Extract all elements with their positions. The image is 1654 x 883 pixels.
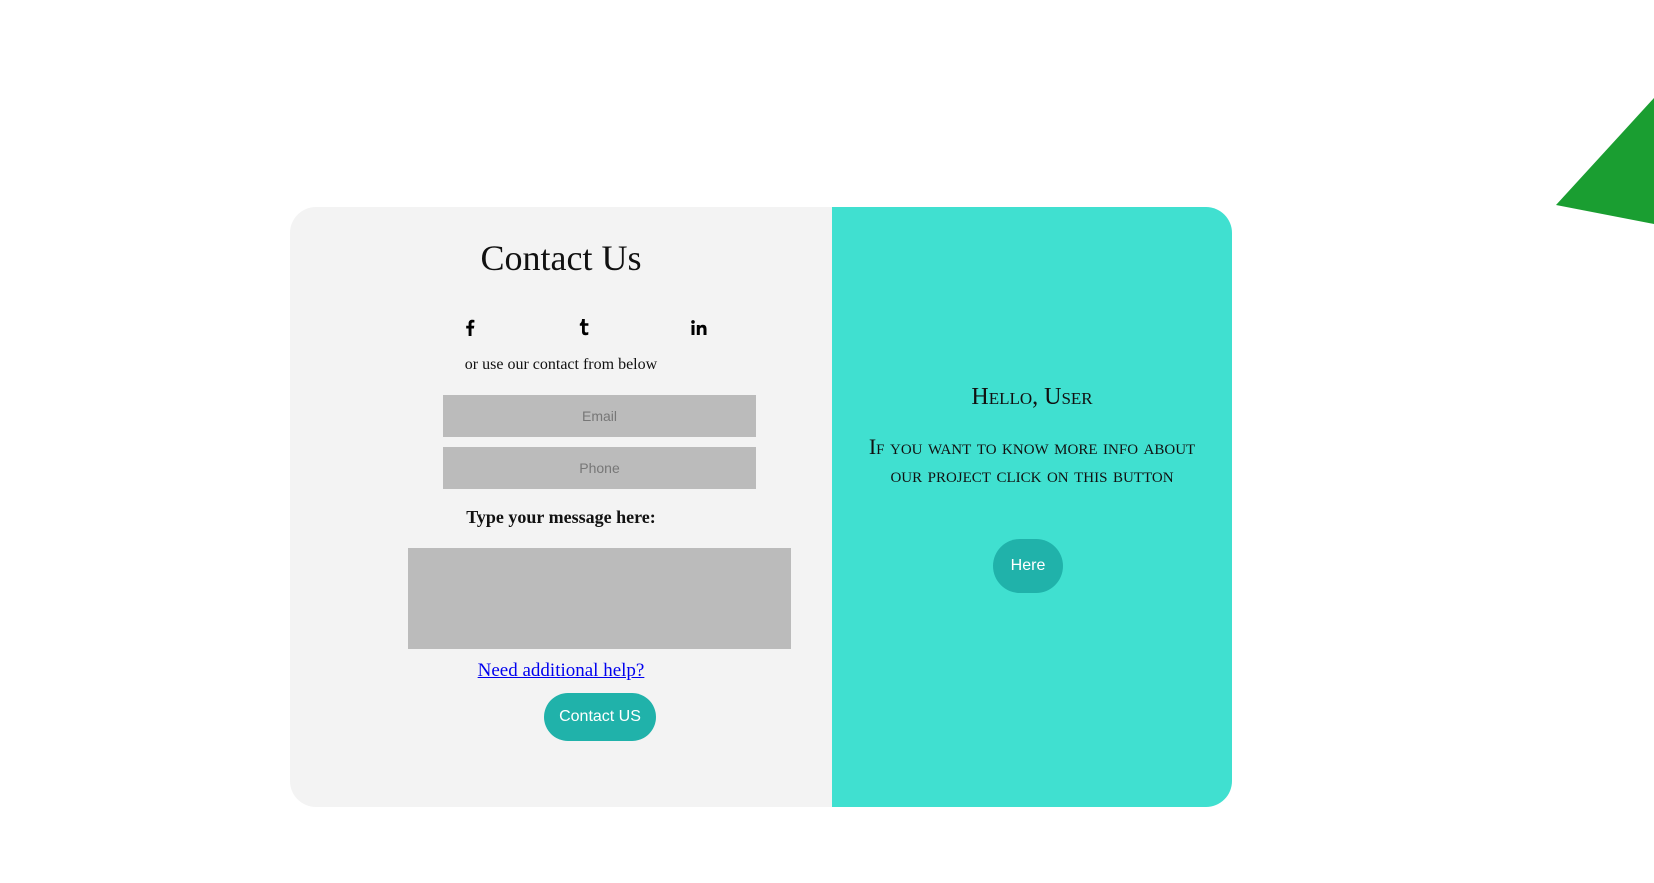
contact-form-panel: Contact Us or use our contact from below… bbox=[290, 207, 832, 807]
phone-field[interactable] bbox=[443, 447, 756, 489]
tumblr-icon[interactable] bbox=[571, 314, 597, 340]
info-panel: Hello, User If you want to know more inf… bbox=[832, 207, 1232, 807]
page-title: Contact Us bbox=[480, 238, 642, 278]
contact-us-button[interactable]: Contact US bbox=[544, 693, 656, 741]
contact-subtitle: or use our contact from below bbox=[464, 356, 658, 373]
info-text: If you want to know more info about our … bbox=[868, 434, 1196, 487]
message-textarea[interactable] bbox=[408, 548, 791, 649]
email-field[interactable] bbox=[443, 395, 756, 437]
greeting-heading: Hello, User bbox=[971, 384, 1093, 410]
help-link[interactable]: Need additional help? bbox=[290, 660, 832, 682]
contact-card: Contact Us or use our contact from below… bbox=[290, 207, 1232, 807]
message-label: Type your message here: bbox=[466, 507, 656, 527]
linkedin-icon[interactable] bbox=[686, 314, 712, 340]
decorative-green-triangle bbox=[1556, 98, 1654, 224]
facebook-icon[interactable] bbox=[457, 314, 483, 340]
here-button[interactable]: Here bbox=[993, 539, 1063, 593]
